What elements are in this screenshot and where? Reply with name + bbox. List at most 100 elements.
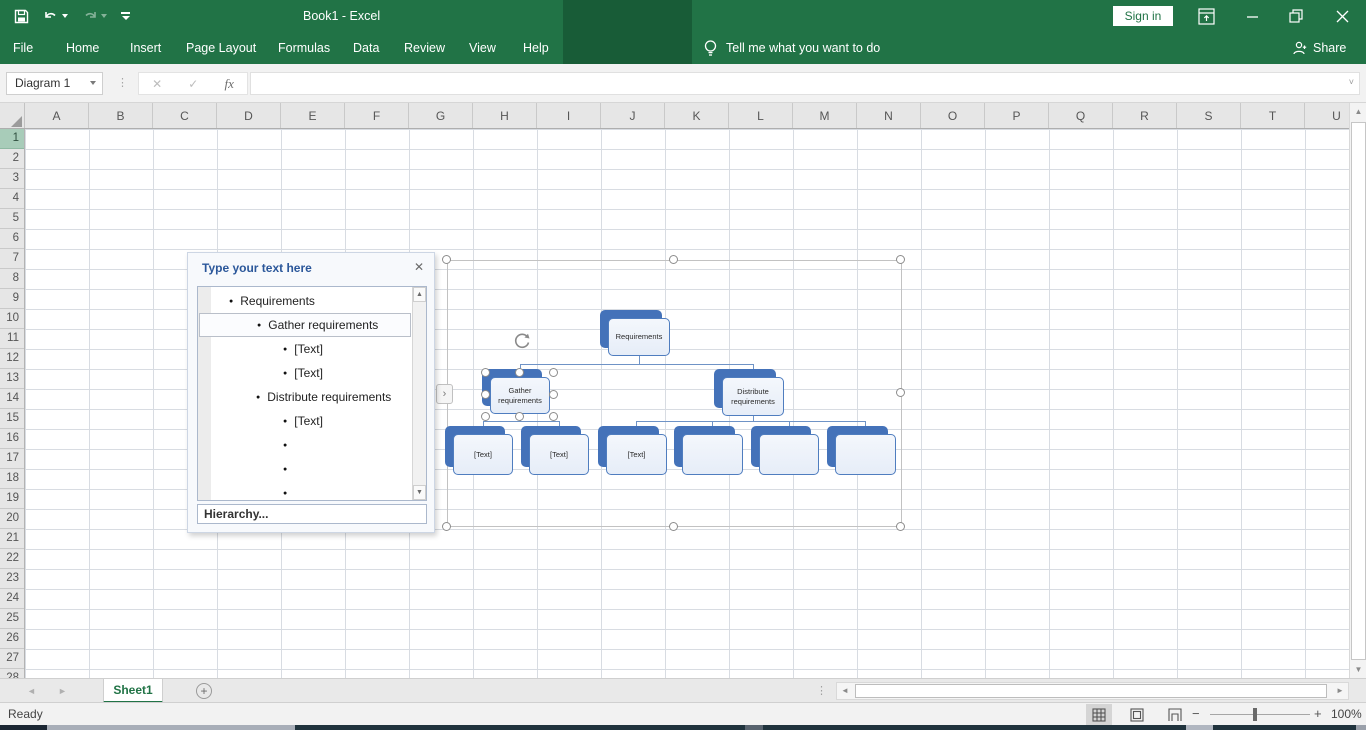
- page-break-view-button[interactable]: [1162, 704, 1188, 725]
- row-header-18[interactable]: 18: [0, 469, 25, 489]
- row-header-23[interactable]: 23: [0, 569, 25, 589]
- shape-selection-handle[interactable]: [515, 412, 524, 421]
- selection-handle[interactable]: [896, 388, 905, 397]
- restore-button[interactable]: [1282, 0, 1310, 32]
- column-header-n[interactable]: N: [857, 103, 921, 129]
- column-header-s[interactable]: S: [1177, 103, 1241, 129]
- formula-bar-splitter[interactable]: ⋮: [117, 72, 128, 95]
- row-header-28[interactable]: 28: [0, 669, 25, 678]
- shape-selection-handle[interactable]: [515, 368, 524, 377]
- row-header-27[interactable]: 27: [0, 649, 25, 669]
- zoom-slider-track[interactable]: [1210, 714, 1310, 715]
- column-header-k[interactable]: K: [665, 103, 729, 129]
- scroll-right-icon[interactable]: ►: [1332, 683, 1348, 699]
- scroll-up-button[interactable]: ▲: [1351, 103, 1366, 120]
- column-header-q[interactable]: Q: [1049, 103, 1113, 129]
- row-header-16[interactable]: 16: [0, 429, 25, 449]
- text-pane-toggle-button[interactable]: ›: [436, 384, 453, 404]
- name-box-dropdown-icon[interactable]: [90, 81, 96, 85]
- prev-sheet-icon[interactable]: ◄: [27, 679, 36, 703]
- selection-handle[interactable]: [669, 255, 678, 264]
- text-pane-item[interactable]: ●: [199, 433, 411, 457]
- zoom-in-button[interactable]: +: [1314, 703, 1322, 725]
- text-pane-item[interactable]: ●[Text]: [199, 337, 411, 361]
- column-header-t[interactable]: T: [1241, 103, 1305, 129]
- page-layout-view-button[interactable]: [1124, 704, 1150, 725]
- close-button[interactable]: [1328, 0, 1356, 32]
- insert-function-icon[interactable]: fx: [225, 76, 234, 92]
- tab-formulas[interactable]: Formulas: [278, 32, 330, 64]
- column-header-d[interactable]: D: [217, 103, 281, 129]
- horizontal-scroll-thumb[interactable]: [855, 684, 1327, 698]
- column-header-l[interactable]: L: [729, 103, 793, 129]
- node-shape[interactable]: [835, 434, 896, 475]
- node-shape[interactable]: [682, 434, 743, 475]
- text-pane-item[interactable]: ●Requirements: [199, 289, 411, 313]
- tab-view[interactable]: View: [469, 32, 496, 64]
- rotate-handle-icon[interactable]: [511, 330, 533, 352]
- vertical-scroll-thumb[interactable]: [1351, 122, 1366, 660]
- node-shape[interactable]: [759, 434, 819, 475]
- node-shape[interactable]: [Text]: [606, 434, 667, 475]
- text-pane-item[interactable]: ●[Text]: [199, 409, 411, 433]
- shape-selection-handle[interactable]: [481, 390, 490, 399]
- shape-selection-handle[interactable]: [549, 368, 558, 377]
- smartart-node[interactable]: Distribute requirements: [722, 377, 784, 416]
- tab-insert[interactable]: Insert: [130, 32, 161, 64]
- row-header-17[interactable]: 17: [0, 449, 25, 469]
- smartart-node[interactable]: Gather requirements: [490, 377, 550, 414]
- horizontal-scrollbar[interactable]: ◄ ►: [836, 682, 1349, 700]
- selection-handle[interactable]: [442, 255, 451, 264]
- ribbon-display-options-icon[interactable]: [1192, 0, 1220, 32]
- smartart-node[interactable]: [Text]: [606, 434, 667, 475]
- row-header-14[interactable]: 14: [0, 389, 25, 409]
- row-header-21[interactable]: 21: [0, 529, 25, 549]
- tab-home[interactable]: Home: [66, 32, 99, 64]
- tab-help[interactable]: Help: [523, 32, 549, 64]
- row-header-26[interactable]: 26: [0, 629, 25, 649]
- row-header-8[interactable]: 8: [0, 269, 25, 289]
- row-header-25[interactable]: 25: [0, 609, 25, 629]
- scroll-down-button[interactable]: ▼: [1351, 661, 1366, 678]
- row-header-7[interactable]: 7: [0, 249, 25, 269]
- row-header-4[interactable]: 4: [0, 189, 25, 209]
- column-header-i[interactable]: I: [537, 103, 601, 129]
- next-sheet-icon[interactable]: ►: [58, 679, 67, 703]
- row-header-12[interactable]: 12: [0, 349, 25, 369]
- vertical-scrollbar[interactable]: ▲ ▼: [1349, 103, 1366, 678]
- column-header-f[interactable]: F: [345, 103, 409, 129]
- text-pane-item[interactable]: ●[Text]: [199, 361, 411, 385]
- select-all-button[interactable]: [0, 103, 25, 129]
- row-header-1[interactable]: 1: [0, 129, 25, 149]
- undo-button[interactable]: [43, 9, 68, 23]
- column-header-h[interactable]: H: [473, 103, 537, 129]
- node-shape[interactable]: Requirements: [608, 318, 670, 356]
- text-pane-item[interactable]: ●Gather requirements: [199, 313, 411, 337]
- minimize-button[interactable]: [1238, 0, 1266, 32]
- row-header-10[interactable]: 10: [0, 309, 25, 329]
- column-header-j[interactable]: J: [601, 103, 665, 129]
- row-header-19[interactable]: 19: [0, 489, 25, 509]
- node-shape[interactable]: [Text]: [453, 434, 513, 475]
- scroll-left-icon[interactable]: ◄: [837, 683, 853, 699]
- row-header-2[interactable]: 2: [0, 149, 25, 169]
- tab-data[interactable]: Data: [353, 32, 379, 64]
- text-pane-close-icon[interactable]: ✕: [414, 260, 424, 274]
- tab-review[interactable]: Review: [404, 32, 445, 64]
- tab-bar-splitter[interactable]: ⋮: [816, 679, 827, 703]
- shape-selection-handle[interactable]: [549, 412, 558, 421]
- column-header-m[interactable]: M: [793, 103, 857, 129]
- row-header-24[interactable]: 24: [0, 589, 25, 609]
- tell-me-box[interactable]: Tell me what you want to do: [703, 32, 880, 64]
- row-header-11[interactable]: 11: [0, 329, 25, 349]
- text-pane-scrollbar[interactable]: ▲ ▼: [412, 287, 426, 500]
- zoom-slider-thumb[interactable]: [1253, 708, 1257, 721]
- shape-selection-handle[interactable]: [549, 390, 558, 399]
- row-header-9[interactable]: 9: [0, 289, 25, 309]
- formula-bar-expand-icon[interactable]: ˅: [1349, 77, 1354, 87]
- column-header-b[interactable]: B: [89, 103, 153, 129]
- column-header-a[interactable]: A: [25, 103, 89, 129]
- customize-qat-icon[interactable]: [121, 12, 130, 20]
- smartart-node[interactable]: [682, 434, 743, 475]
- scroll-up-icon[interactable]: ▲: [413, 287, 426, 302]
